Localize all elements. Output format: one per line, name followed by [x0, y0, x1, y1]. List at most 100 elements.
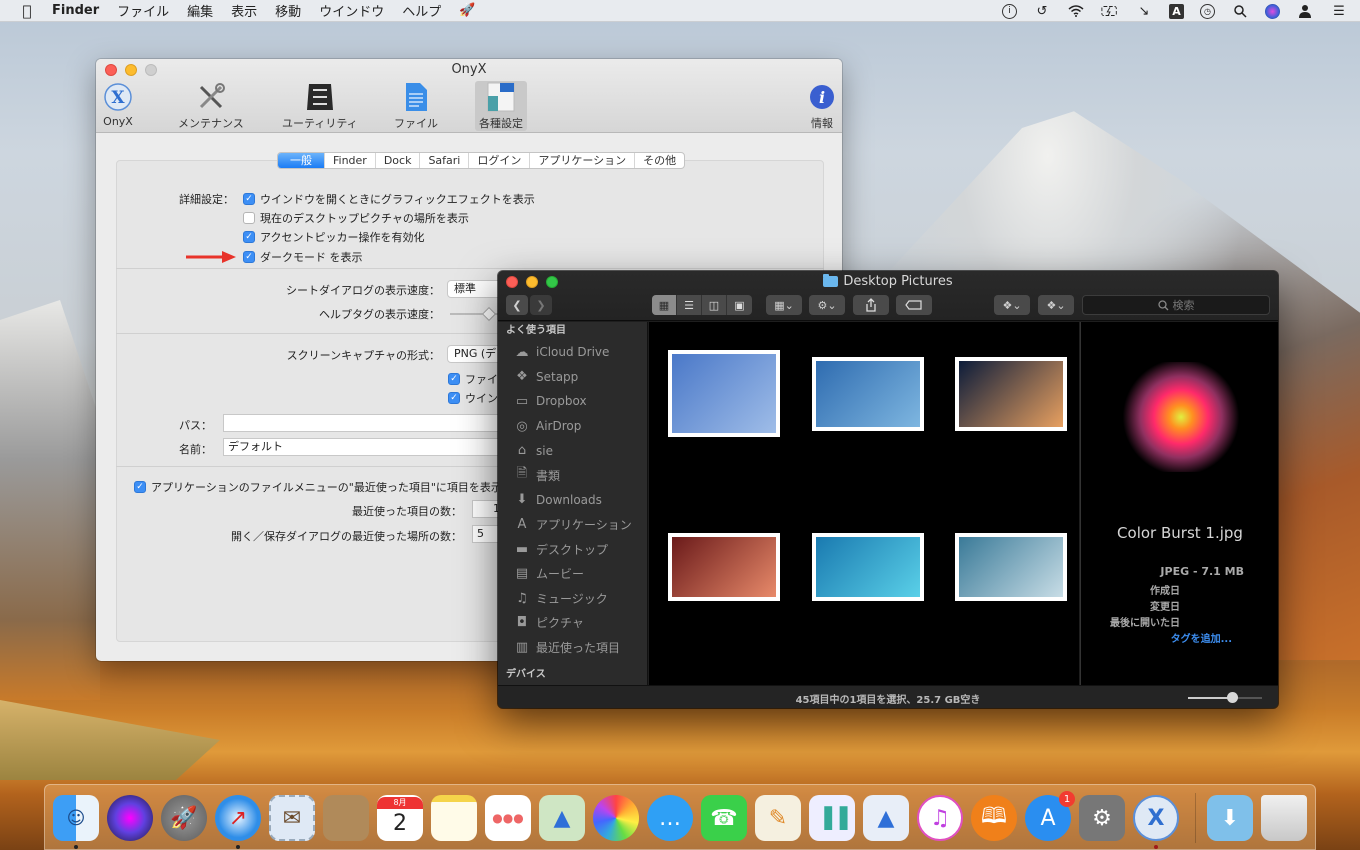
- dropbox-button[interactable]: ❖⌄: [994, 295, 1030, 315]
- file-thumbnail[interactable]: [668, 350, 780, 437]
- toolbar-utilities[interactable]: ユーティリティ: [282, 81, 358, 131]
- back-button[interactable]: ❮: [506, 295, 528, 315]
- dock-app-store-icon[interactable]: A1: [1025, 791, 1075, 841]
- dock-onyx-icon[interactable]: X: [1133, 795, 1179, 841]
- gallery-view-button[interactable]: ▣: [727, 295, 752, 315]
- menu-edit[interactable]: 編集: [187, 1, 213, 20]
- onepassword-icon[interactable]: i: [1002, 3, 1017, 19]
- checkbox-checked[interactable]: ✓: [448, 373, 460, 385]
- option-graphic-effects[interactable]: ✓ ウインドウを開くときにグラフィックエフェクトを表示: [243, 191, 535, 207]
- sidebar-item-dropbox[interactable]: ▭ Dropbox: [498, 389, 647, 414]
- toolbar-info[interactable]: i 情報: [806, 81, 838, 131]
- toolbar-parameters[interactable]: 各種設定: [475, 81, 527, 131]
- dock-safari-icon[interactable]: ↗: [215, 795, 261, 841]
- dock-keynote-icon[interactable]: ▲: [863, 795, 909, 841]
- sidebar-item-downloads[interactable]: ⬇ Downloads: [498, 488, 647, 513]
- dock-calendar-icon[interactable]: 8月 2: [377, 795, 423, 841]
- menu-view[interactable]: 表示: [231, 1, 257, 20]
- user-icon[interactable]: [1296, 3, 1314, 19]
- option-desktop-picture-location[interactable]: 現在のデスクトップピクチャの場所を表示: [243, 210, 469, 226]
- list-view-button[interactable]: ☰: [677, 295, 702, 315]
- dock-system-preferences-icon[interactable]: ⚙: [1079, 795, 1125, 841]
- dock-siri-icon[interactable]: [107, 795, 153, 841]
- dock-notes-icon[interactable]: [431, 795, 477, 841]
- dock-trash-icon[interactable]: [1261, 795, 1307, 841]
- share-button[interactable]: [853, 295, 889, 315]
- notification-center-icon[interactable]: ☰: [1330, 3, 1348, 19]
- dock-itunes-icon[interactable]: ♫: [917, 795, 963, 841]
- file-thumbnail[interactable]: [812, 357, 924, 431]
- sidebar-item-pictures[interactable]: ◘ ピクチャ: [498, 611, 647, 636]
- wifi-icon[interactable]: [1067, 3, 1085, 19]
- icon-view-button[interactable]: ▦: [652, 295, 677, 315]
- checkbox-checked[interactable]: ✓: [243, 193, 255, 205]
- rocket-icon[interactable]: 🚀: [459, 3, 475, 18]
- name-field[interactable]: デフォルト: [223, 438, 513, 456]
- toolbar-maintenance[interactable]: メンテナンス: [178, 81, 244, 131]
- spotlight-icon[interactable]: [1231, 3, 1249, 19]
- menu-help[interactable]: ヘルプ: [402, 1, 441, 20]
- action-gear-button[interactable]: ⚙⌄: [809, 295, 845, 315]
- sidebar-item-music[interactable]: ♫ ミュージック: [498, 586, 647, 611]
- add-tags-link[interactable]: タグを追加...: [1171, 630, 1232, 645]
- dock-contacts-icon[interactable]: [323, 795, 369, 841]
- dock-reminders-icon[interactable]: ●●●: [485, 795, 531, 841]
- tags-button[interactable]: [896, 295, 932, 315]
- search-field[interactable]: 検索: [1082, 295, 1270, 315]
- helptag-speed-slider[interactable]: [450, 306, 500, 322]
- dock-numbers-icon[interactable]: ▐▐: [809, 795, 855, 841]
- path-field[interactable]: [223, 414, 513, 432]
- tab-misc[interactable]: その他: [635, 153, 684, 168]
- column-view-button[interactable]: ◫: [702, 295, 727, 315]
- forward-button[interactable]: ❯: [530, 295, 552, 315]
- menu-window[interactable]: ウインドウ: [319, 1, 384, 20]
- sidebar-item-movies[interactable]: ▤ ムービー: [498, 561, 647, 586]
- arrange-button[interactable]: ▦⌄: [766, 295, 802, 315]
- sidebar-item-recents[interactable]: ▥ 最近使った項目: [498, 635, 647, 660]
- dock-launchpad-icon[interactable]: 🚀: [161, 795, 207, 841]
- dock-messages-icon[interactable]: …: [647, 795, 693, 841]
- sidebar-item-documents[interactable]: 🗎 書類: [498, 463, 647, 488]
- menu-app-name[interactable]: Finder: [52, 3, 99, 18]
- tab-general[interactable]: 一般: [278, 153, 325, 168]
- time-machine-icon[interactable]: ↺: [1033, 3, 1051, 19]
- checkbox-checked[interactable]: ✓: [134, 481, 146, 493]
- battery-charging-icon[interactable]: [1101, 3, 1119, 19]
- icon-size-slider[interactable]: [1188, 692, 1262, 703]
- toolbar-files[interactable]: ファイル: [394, 81, 438, 131]
- setapp-button[interactable]: ❖⌄: [1038, 295, 1074, 315]
- cursor-icon[interactable]: ↘: [1135, 3, 1153, 19]
- sidebar-item-desktop[interactable]: ▬ デスクトップ: [498, 537, 647, 562]
- clock-icon[interactable]: ◷: [1200, 3, 1215, 19]
- option-recent-items-menu[interactable]: ✓ アプリケーションのファイルメニューの"最近使った項目"に項目を表示: [134, 479, 502, 495]
- tab-safari[interactable]: Safari: [420, 153, 470, 168]
- checkbox-checked[interactable]: ✓: [243, 231, 255, 243]
- tab-finder[interactable]: Finder: [325, 153, 376, 168]
- menu-go[interactable]: 移動: [275, 1, 301, 20]
- dock-pages-icon[interactable]: ✎: [755, 795, 801, 841]
- file-thumbnail[interactable]: [955, 357, 1067, 431]
- checkbox-unchecked[interactable]: [243, 212, 255, 224]
- sidebar-item-applications[interactable]: A アプリケーション: [498, 512, 647, 537]
- checkbox-checked[interactable]: ✓: [243, 251, 255, 263]
- option-accent-picker[interactable]: ✓ アクセントピッカー操作を有効化: [243, 229, 424, 245]
- sidebar-item-airdrop[interactable]: ◎ AirDrop: [498, 414, 647, 439]
- apple-menu-icon[interactable]: : [16, 2, 38, 20]
- dock-mail-icon[interactable]: ✉: [269, 795, 315, 841]
- menu-file[interactable]: ファイル: [117, 1, 169, 20]
- siri-icon[interactable]: [1265, 3, 1280, 19]
- dock-ibooks-icon[interactable]: 🕮: [971, 795, 1017, 841]
- tab-dock[interactable]: Dock: [376, 153, 421, 168]
- dock-downloads-folder-icon[interactable]: ⬇: [1207, 795, 1253, 841]
- file-thumbnail[interactable]: [955, 533, 1067, 601]
- toolbar-onyx[interactable]: X OnyX: [102, 81, 134, 128]
- option-dark-mode[interactable]: ✓ ダークモード を表示: [243, 249, 363, 265]
- checkbox-checked[interactable]: ✓: [448, 392, 460, 404]
- sidebar-item-setapp[interactable]: ❖ Setapp: [498, 365, 647, 390]
- dock-finder-icon[interactable]: ☺: [53, 795, 99, 841]
- tab-login[interactable]: ログイン: [469, 153, 531, 168]
- dock-photos-icon[interactable]: [593, 795, 639, 841]
- dock-facetime-icon[interactable]: ☎: [701, 795, 747, 841]
- sidebar-item-icloud-drive[interactable]: ☁ iCloud Drive: [498, 340, 647, 365]
- file-thumbnail[interactable]: [668, 533, 780, 601]
